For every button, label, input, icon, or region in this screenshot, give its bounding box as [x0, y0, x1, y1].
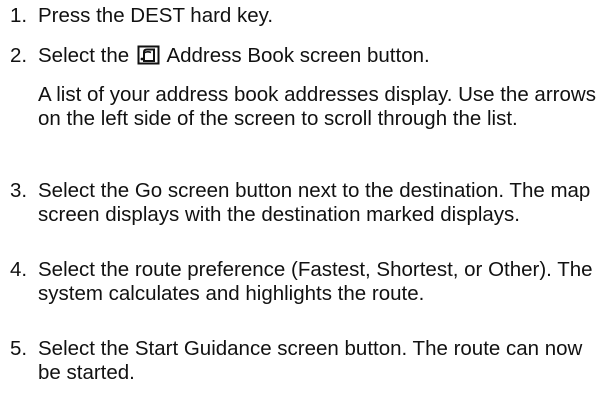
step-number: 3.: [10, 179, 28, 202]
address-book-icon: [137, 45, 160, 65]
step-2: 2. Select the Address Book screen button…: [10, 44, 595, 68]
step-text: Press the DEST hard key.: [38, 4, 274, 27]
step-text-after-icon: Address Book screen button.: [166, 44, 430, 67]
step-number: 2.: [10, 44, 28, 67]
step-text: Select the Go screen button next to the …: [38, 179, 591, 226]
step-4: 4. Select the route preference (Fastest,…: [10, 258, 595, 306]
step-text: Select the route preference (Fastest, Sh…: [38, 258, 593, 305]
step-number: 1.: [10, 4, 28, 27]
step-text: Select the Address Book screen button.: [38, 44, 595, 68]
step-text-before-icon: Select the: [38, 44, 130, 67]
step-5: 5. Select the Start Guidance screen butt…: [10, 337, 595, 385]
step-1: 1. Press the DEST hard key.: [10, 4, 595, 28]
step-2-note: A list of your address book addresses di…: [38, 83, 596, 130]
step-text: Select the Start Guidance screen button.…: [38, 337, 583, 384]
step-number: 4.: [10, 258, 28, 281]
step-3: 3. Select the Go screen button next to t…: [10, 179, 595, 227]
instruction-document: 1. Press the DEST hard key. 2. Select th…: [0, 0, 599, 405]
step-number: 5.: [10, 337, 28, 360]
